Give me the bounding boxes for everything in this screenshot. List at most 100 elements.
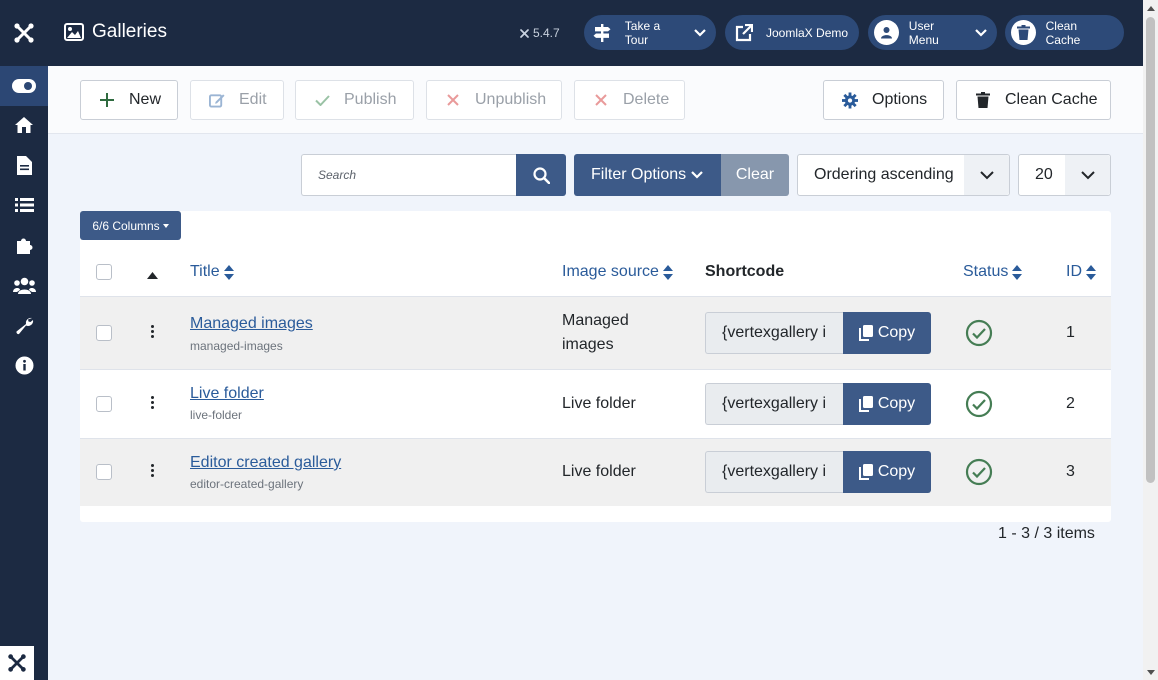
scroll-up-arrow-icon[interactable]: [1146, 3, 1155, 13]
sort-icon: [662, 264, 673, 280]
row-title-link[interactable]: Editor created gallery: [190, 454, 341, 472]
row-id: 3: [1066, 463, 1075, 480]
new-label: New: [129, 91, 162, 108]
filter-options-button[interactable]: Filter Options: [574, 154, 721, 196]
select-all-checkbox[interactable]: [96, 264, 112, 280]
row-alias: managed-images: [190, 339, 283, 353]
sort-icon: [1086, 264, 1096, 280]
caret-down-icon: [162, 223, 169, 228]
joomla-logo-icon[interactable]: [0, 0, 48, 66]
new-button[interactable]: New: [80, 80, 178, 120]
joomla-small-icon: [520, 28, 529, 38]
copy-button[interactable]: Copy: [843, 383, 931, 425]
copy-icon: [858, 464, 873, 480]
delete-label: Delete: [623, 91, 670, 108]
drag-handle-icon[interactable]: [149, 325, 155, 338]
sort-icon: [1012, 264, 1023, 280]
sidebar-toggle-icon[interactable]: [0, 66, 48, 106]
search-button[interactable]: [516, 154, 566, 196]
copy-button[interactable]: Copy: [843, 451, 931, 493]
search-input[interactable]: Search: [301, 154, 517, 196]
copy-button[interactable]: Copy: [843, 312, 931, 354]
search-icon: [532, 166, 550, 184]
system-wrench-icon[interactable]: [0, 305, 48, 345]
header: Galleries 5.4.7 Take a Tour JoomlaX Demo…: [48, 0, 1143, 66]
columns-label: 6/6 Columns: [92, 218, 160, 233]
shortcode-field[interactable]: {vertexgallery i: [705, 451, 843, 493]
check-icon: [314, 94, 330, 106]
header-clean-cache-button[interactable]: Clean Cache: [1005, 15, 1124, 50]
joomlax-demo-label: JoomlaX Demo: [766, 25, 849, 40]
ordering-select[interactable]: Ordering ascending: [797, 154, 1010, 196]
menus-list-icon[interactable]: [0, 185, 48, 225]
row-alias: editor-created-gallery: [190, 477, 304, 491]
options-button[interactable]: Options: [823, 80, 944, 120]
delete-button[interactable]: Delete: [574, 80, 685, 120]
row-title-link[interactable]: Managed images: [190, 315, 313, 333]
shortcode-field[interactable]: {vertexgallery i: [705, 383, 843, 425]
copy-label: Copy: [877, 324, 916, 341]
clear-button[interactable]: Clear: [721, 154, 789, 196]
chevron-down-icon: [691, 171, 703, 179]
row-id: 1: [1066, 324, 1075, 341]
unpublish-button[interactable]: Unpublish: [426, 80, 562, 120]
components-puzzle-icon[interactable]: [0, 225, 48, 265]
edit-button[interactable]: Edit: [190, 80, 284, 120]
signpost-icon: [590, 20, 615, 45]
row-checkbox[interactable]: [96, 396, 112, 412]
sidebar: [0, 0, 48, 680]
clean-cache-button[interactable]: Clean Cache: [956, 80, 1111, 120]
help-info-icon[interactable]: [0, 345, 48, 385]
gear-icon: [842, 92, 858, 109]
sort-caret-up-icon[interactable]: [147, 266, 158, 284]
page-title: Galleries: [92, 21, 167, 42]
users-icon[interactable]: [0, 265, 48, 305]
row-checkbox[interactable]: [96, 325, 112, 341]
joomla-bottom-logo-icon[interactable]: [0, 646, 34, 680]
column-shortcode: Shortcode: [705, 263, 784, 281]
column-status[interactable]: Status: [963, 263, 1023, 281]
scroll-thumb[interactable]: [1146, 17, 1155, 483]
row-title-link[interactable]: Live folder: [190, 385, 264, 403]
limit-select[interactable]: 20: [1018, 154, 1111, 196]
clear-label: Clear: [735, 166, 775, 183]
columns-toggle-button[interactable]: 6/6 Columns: [80, 211, 181, 240]
column-id[interactable]: ID: [1066, 263, 1096, 281]
row-image-source: Live folder: [562, 395, 636, 412]
home-icon[interactable]: [0, 105, 48, 145]
version-number: 5.4.7: [533, 26, 560, 40]
content-file-icon[interactable]: [0, 145, 48, 185]
column-title[interactable]: Title: [190, 263, 234, 281]
shortcode-field[interactable]: {vertexgallery i: [705, 312, 843, 354]
published-check-icon[interactable]: [965, 390, 993, 418]
publish-button[interactable]: Publish: [295, 80, 414, 120]
table-row: Live folder live-folder Live folder {ver…: [80, 370, 1111, 439]
table-row: Editor created gallery editor-created-ga…: [80, 439, 1111, 506]
column-image-source[interactable]: Image source: [562, 263, 673, 281]
joomlax-demo-button[interactable]: JoomlaX Demo: [725, 15, 859, 50]
search-placeholder: Search: [318, 168, 357, 182]
chevron-down-icon: [1065, 155, 1110, 195]
chevron-down-icon: [694, 26, 706, 40]
clean-cache-label: Clean Cache: [1005, 91, 1098, 108]
pagination-summary: 1 - 3 / 3 items: [998, 525, 1095, 542]
user-menu-button[interactable]: User Menu: [868, 15, 997, 50]
take-a-tour-button[interactable]: Take a Tour: [584, 15, 716, 50]
chevron-down-icon: [975, 26, 987, 40]
edit-label: Edit: [239, 91, 267, 108]
scrollbar[interactable]: [1143, 0, 1158, 680]
table-header: Title Image source Shortcode Status ID: [80, 248, 1111, 297]
times-icon: [445, 94, 461, 106]
published-check-icon[interactable]: [965, 458, 993, 486]
drag-handle-icon[interactable]: [149, 396, 155, 409]
table-row: Managed images managed-images Managed im…: [80, 297, 1111, 370]
drag-handle-icon[interactable]: [149, 464, 155, 477]
scroll-down-arrow-icon[interactable]: [1146, 667, 1155, 677]
trash-icon: [975, 92, 991, 108]
limit-value: 20: [1035, 166, 1053, 183]
row-image-source: Live folder: [562, 463, 636, 480]
published-check-icon[interactable]: [965, 319, 993, 347]
column-shortcode-label: Shortcode: [705, 263, 785, 280]
row-checkbox[interactable]: [96, 464, 112, 480]
user-menu-label: User Menu: [908, 18, 939, 47]
